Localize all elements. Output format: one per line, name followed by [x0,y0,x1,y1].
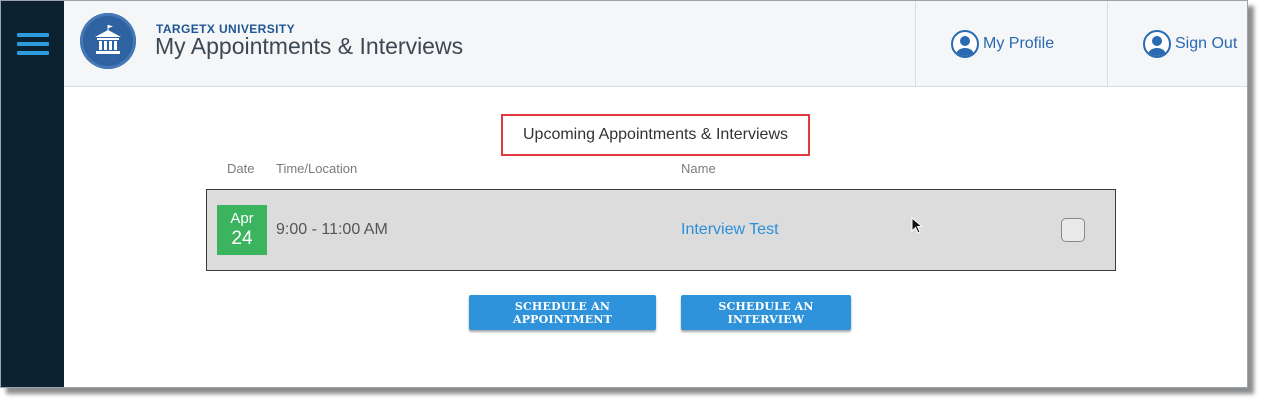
appointment-row[interactable]: Apr 24 9:00 - 11:00 AM Interview Test [206,189,1116,271]
schedule-interview-button[interactable]: SCHEDULE AN INTERVIEW [681,295,851,330]
my-profile-label: My Profile [983,34,1055,52]
date-day: 24 [231,228,253,249]
column-header-date: Date [227,161,255,176]
column-header-time-location: Time/Location [276,161,358,176]
column-header-name: Name [681,161,716,176]
menu-button[interactable] [1,1,64,86]
hamburger-icon [16,28,49,60]
app-window: TARGETX UNIVERSITY My Appointments & Int… [0,0,1248,388]
schedule-appointment-button[interactable]: SCHEDULE AN APPOINTMENT [469,295,656,330]
date-badge: Apr 24 [217,205,267,255]
appointment-name-link[interactable]: Interview Test [681,221,779,239]
university-logo-icon [80,13,136,69]
user-avatar-icon [1143,29,1171,58]
appointment-checkbox[interactable] [1061,218,1085,242]
date-month: Apr [230,210,254,227]
page-title: My Appointments & Interviews [155,33,464,59]
sidebar [1,1,64,387]
sign-out-link[interactable]: Sign Out [1107,1,1247,86]
mouse-cursor-icon [911,216,924,240]
section-title: Upcoming Appointments & Interviews [501,114,810,156]
my-profile-link[interactable]: My Profile [915,1,1107,86]
user-avatar-icon [951,29,979,58]
appointment-time: 9:00 - 11:00 AM [276,221,388,238]
sign-out-label: Sign Out [1175,34,1238,52]
header: TARGETX UNIVERSITY My Appointments & Int… [64,1,1247,87]
